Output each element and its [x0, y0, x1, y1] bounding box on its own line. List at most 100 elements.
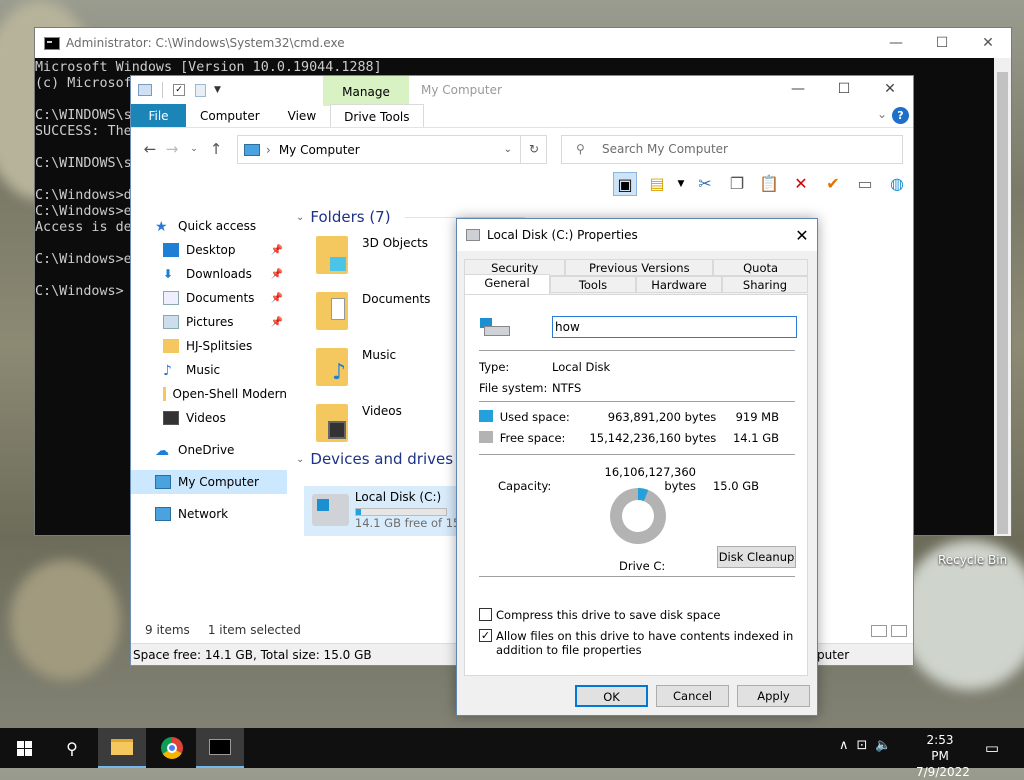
refresh-icon[interactable]: ↻: [520, 135, 547, 164]
cancel-button[interactable]: Cancel: [656, 685, 729, 707]
search-icon[interactable]: ⚲: [48, 728, 96, 768]
tab-file[interactable]: File: [131, 104, 186, 127]
apply-button[interactable]: Apply: [737, 685, 810, 707]
nav-item-open-shell[interactable]: Open-Shell Modern: [131, 382, 287, 406]
cmd-title-bar[interactable]: Administrator: C:\Windows\System32\cmd.e…: [35, 28, 1011, 58]
search-input[interactable]: ⚲ Search My Computer: [561, 135, 903, 164]
nav-onedrive[interactable]: ☁ OneDrive: [131, 438, 287, 462]
music-icon: ♪: [316, 348, 348, 386]
taskbar-chrome[interactable]: [148, 728, 196, 768]
nav-item-downloads[interactable]: ⬇ Downloads 📌: [131, 262, 287, 286]
nav-item-documents[interactable]: Documents 📌: [131, 286, 287, 310]
rename-icon[interactable]: ✔: [821, 172, 845, 196]
clock-date: 7/9/2022: [916, 765, 970, 779]
tab-general[interactable]: General: [464, 274, 550, 294]
tab-previous-versions[interactable]: Previous Versions: [565, 259, 714, 276]
nav-item-music[interactable]: ♪ Music: [131, 358, 287, 382]
breadcrumb-chevron-icon[interactable]: ›: [266, 143, 271, 157]
maximize-icon[interactable]: ☐: [821, 76, 867, 102]
nav-item-pictures[interactable]: Pictures 📌: [131, 310, 287, 334]
minimize-icon[interactable]: —: [775, 76, 821, 102]
cloud-icon: ☁: [155, 443, 169, 459]
nav-quick-access[interactable]: ★ Quick access: [131, 214, 287, 238]
collapse-icon[interactable]: ⌄: [296, 212, 304, 223]
selected-count: 1 item selected: [207, 623, 301, 637]
tab-sharing[interactable]: Sharing: [722, 276, 808, 293]
index-checkbox[interactable]: ✓: [479, 629, 492, 642]
network-icon[interactable]: ⊡: [857, 738, 868, 753]
index-checkbox-row[interactable]: ✓ Allow files on this drive to have conte…: [479, 629, 799, 657]
address-text: My Computer: [278, 142, 360, 157]
address-dropdown-icon[interactable]: ⌄: [504, 144, 512, 155]
paste-icon[interactable]: 📋: [757, 172, 781, 196]
tab-manage[interactable]: Manage: [323, 76, 409, 106]
filesystem-row: File system: NTFS: [479, 381, 581, 395]
open-icon[interactable]: ▤: [645, 172, 669, 196]
custom-toolbar: ▣ ▤ ▼ ✂ ❐ 📋 ✕ ✔ ▭ ◍: [613, 172, 909, 196]
tab-view[interactable]: View: [274, 104, 330, 127]
used-bytes: 963,891,200 bytes: [607, 410, 717, 424]
maximize-icon[interactable]: ☐: [919, 35, 965, 51]
documents-icon: [316, 292, 348, 330]
close-icon[interactable]: ✕: [867, 76, 913, 102]
new-folder-icon[interactable]: [195, 83, 206, 97]
videos-icon: [163, 411, 179, 425]
volume-name-input[interactable]: how: [552, 316, 797, 338]
chrome-icon: [161, 737, 183, 759]
nav-item-desktop[interactable]: Desktop 📌: [131, 238, 287, 262]
ribbon-expand-icon[interactable]: ⌄: [877, 107, 887, 121]
details-view-icon[interactable]: [871, 625, 887, 637]
cmd-scroll-thumb[interactable]: [997, 72, 1008, 534]
taskbar-cmd[interactable]: [196, 728, 244, 768]
tab-drive-tools[interactable]: Drive Tools: [330, 104, 424, 127]
recycle-bin-icon[interactable]: Recycle Bin: [938, 553, 1007, 567]
drive-item-c[interactable]: Local Disk (C:) 14.1 GB free of 15.: [304, 486, 464, 536]
tab-tools[interactable]: Tools: [550, 276, 636, 293]
minimize-icon[interactable]: —: [873, 35, 919, 51]
dialog-title-bar[interactable]: Local Disk (C:) Properties ✕: [457, 219, 817, 251]
close-icon[interactable]: ✕: [965, 35, 1011, 51]
address-bar[interactable]: › My Computer ⌄: [237, 135, 547, 164]
properties-icon[interactable]: ✓: [173, 84, 185, 96]
nav-item-hj-splitsies[interactable]: HJ-Splitsies: [131, 334, 287, 358]
copy-icon[interactable]: ❐: [725, 172, 749, 196]
help-icon[interactable]: ?: [892, 107, 909, 124]
disk-cleanup-button[interactable]: Disk Cleanup: [717, 546, 796, 568]
nav-my-computer[interactable]: My Computer: [131, 470, 287, 494]
nav-network[interactable]: Network: [131, 502, 287, 526]
status-line: 9 items 1 item selected: [145, 623, 301, 637]
cmd-scrollbar[interactable]: [994, 58, 1011, 536]
notification-icon[interactable]: ▭: [968, 728, 1016, 768]
ok-button[interactable]: OK: [575, 685, 648, 707]
collapse-icon[interactable]: ⌄: [296, 454, 304, 465]
up-icon[interactable]: ↑: [205, 140, 227, 158]
dropdown-icon[interactable]: ▼: [677, 172, 685, 196]
shell-icon[interactable]: ◍: [885, 172, 909, 196]
large-icons-view-icon[interactable]: [891, 625, 907, 637]
tab-hardware[interactable]: Hardware: [636, 276, 722, 293]
volume-icon[interactable]: 🔈: [875, 738, 891, 753]
compress-checkbox-row[interactable]: Compress this drive to save disk space: [479, 608, 720, 622]
cut-icon[interactable]: ✂: [693, 172, 717, 196]
taskbar-file-explorer[interactable]: [98, 728, 146, 768]
start-button[interactable]: [0, 728, 48, 768]
delete-icon[interactable]: ✕: [789, 172, 813, 196]
tab-computer[interactable]: Computer: [186, 104, 274, 127]
clock[interactable]: 2:53 PM 7/9/2022: [916, 732, 970, 780]
tab-quota[interactable]: Quota: [713, 259, 808, 276]
back-icon[interactable]: ←: [139, 140, 161, 158]
recent-locations-icon[interactable]: ⌄: [183, 144, 205, 154]
nav-item-videos[interactable]: Videos: [131, 406, 287, 430]
properties-dialog[interactable]: Local Disk (C:) Properties ✕ Security Pr…: [456, 218, 818, 716]
forward-icon[interactable]: →: [161, 140, 183, 158]
group-title: Folders (7): [310, 208, 391, 226]
compress-checkbox[interactable]: [479, 608, 492, 621]
divider: [162, 82, 163, 98]
show-hidden-icons-icon[interactable]: ∧: [839, 738, 849, 753]
close-icon[interactable]: ✕: [787, 226, 817, 245]
customize-chevron-icon[interactable]: ▼: [214, 85, 221, 95]
properties-icon[interactable]: ▭: [853, 172, 877, 196]
preview-pane-icon[interactable]: ▣: [613, 172, 637, 196]
type-value: Local Disk: [552, 360, 611, 374]
type-label: Type:: [479, 360, 510, 374]
